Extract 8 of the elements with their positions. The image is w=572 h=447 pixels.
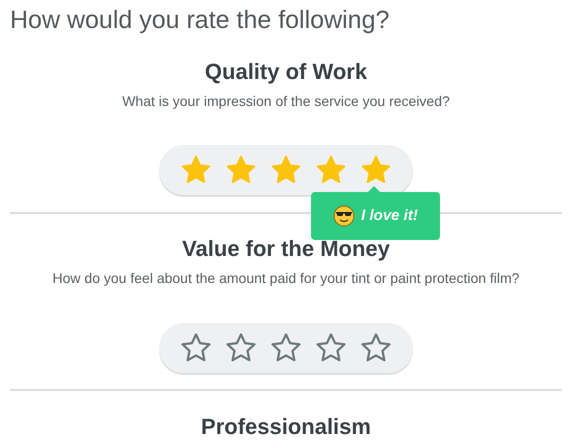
question-title: Value for the Money — [182, 235, 390, 263]
survey-heading: How would you rate the following? — [10, 6, 390, 34]
question-title: Professionalism — [201, 413, 371, 441]
question-subtitle: How do you feel about the amount paid for your tint or paint protection film? — [52, 269, 520, 288]
tooltip-text: I love it! — [361, 206, 418, 226]
question-title: Quality of Work — [204, 58, 368, 86]
sunglasses-emoji-icon — [333, 205, 356, 227]
question-subtitle: What is your impression of the service you received? — [122, 92, 450, 111]
